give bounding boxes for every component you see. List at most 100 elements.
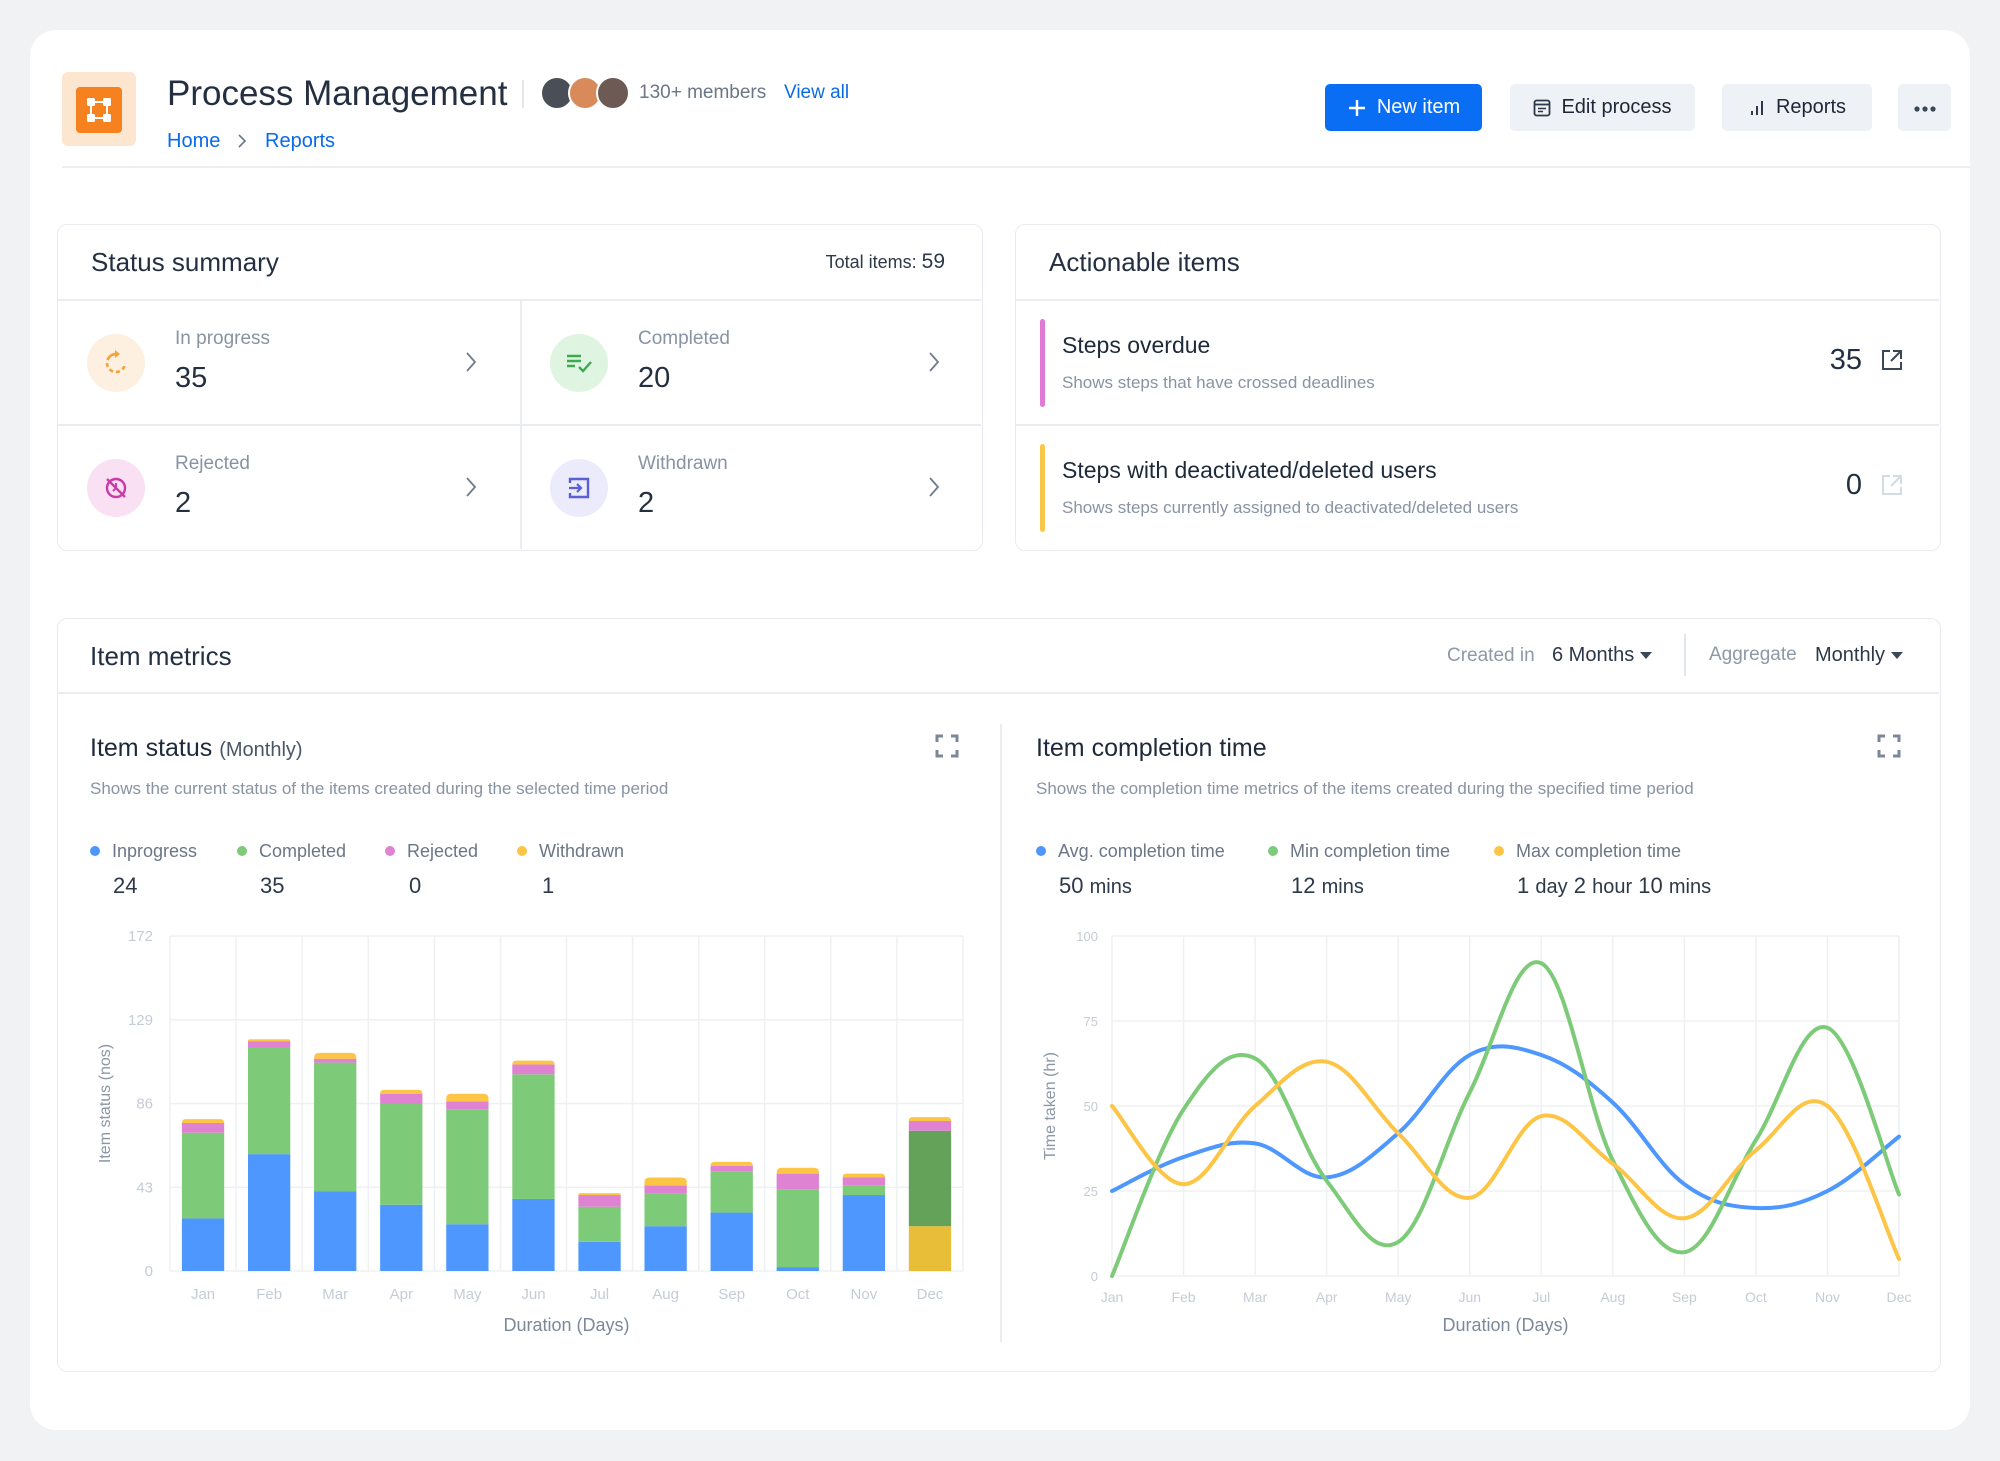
title-divider <box>522 80 524 108</box>
status-withdrawn[interactable]: Withdrawn 2 <box>521 425 983 550</box>
external-link-icon[interactable] <box>1880 348 1904 377</box>
completion-time-title: Item completion time <box>1036 734 1267 762</box>
caret-down-icon <box>1891 652 1904 660</box>
reports-button[interactable]: Reports <box>1722 84 1872 131</box>
item-metrics-card: Item metrics Created in 6 Months Aggrega… <box>57 618 1941 1372</box>
value-unit: mins <box>1668 876 1712 898</box>
item-status-title: Item status (Monthly) <box>90 734 303 763</box>
legend-completed[interactable]: Completed <box>237 841 346 862</box>
total-items-value: 59 <box>921 250 945 273</box>
status-value: 20 <box>638 362 671 394</box>
legend-value-avg: 50 mins <box>1059 873 1132 899</box>
legend-dot <box>237 846 247 856</box>
created-in-label: Created in <box>1447 645 1535 666</box>
value-unit: mins <box>1321 876 1364 898</box>
actionable-title: Steps overdue <box>1062 332 1211 358</box>
legend-value: 0 <box>409 873 422 898</box>
legend-value: 24 <box>113 873 138 898</box>
total-items: Total items: 59 <box>826 250 945 274</box>
legend-inprogress[interactable]: Inprogress <box>90 841 197 862</box>
item-status-subtitle: Shows the current status of the items cr… <box>90 779 669 798</box>
new-item-button[interactable]: New item <box>1325 84 1482 131</box>
legend-value-min: 12 mins <box>1291 873 1364 899</box>
status-summary-card: Status summary Total items: 59 In progre… <box>57 224 983 551</box>
actionable-count: 35 <box>1829 344 1862 376</box>
accent-bar <box>1040 444 1045 532</box>
actionable-items-card: Actionable items Steps overdue Shows ste… <box>1015 224 1941 551</box>
legend-dot <box>90 846 100 856</box>
chevron-right-icon <box>236 131 248 156</box>
status-label: Completed <box>638 328 730 349</box>
total-items-label: Total items: <box>825 252 917 272</box>
bar-chart-icon <box>1748 99 1766 117</box>
expand-icon[interactable] <box>1877 734 1901 758</box>
refresh-icon <box>87 334 145 392</box>
value-number: 50 <box>1059 873 1084 898</box>
filter-divider <box>1684 634 1686 676</box>
legend-value-max: 1 day 2 hour 10 mins <box>1517 873 1711 899</box>
legend-value: 35 <box>260 873 285 898</box>
actionable-count: 0 <box>1845 469 1862 501</box>
actionable-description: Shows steps currently assigned to deacti… <box>1062 498 1519 517</box>
status-rejected[interactable]: Rejected 2 <box>58 425 520 550</box>
value-number: 12 <box>1291 873 1316 898</box>
members-count: 130+ members <box>639 82 767 103</box>
aggregate-dropdown[interactable]: Monthly <box>1815 644 1904 667</box>
legend-dot <box>1268 846 1278 856</box>
breadcrumb-reports[interactable]: Reports <box>265 130 335 153</box>
legend-value: 1 <box>542 873 555 898</box>
actionable-deactivated-users[interactable]: Steps with deactivated/deleted users Sho… <box>1016 425 1940 550</box>
new-item-label: New item <box>1376 96 1461 118</box>
actionable-items-title: Actionable items <box>1049 247 1240 277</box>
status-value: 35 <box>175 362 208 394</box>
external-link-icon[interactable] <box>1880 473 1904 502</box>
legend-label: Rejected <box>407 841 479 861</box>
legend-max[interactable]: Max completion time <box>1494 841 1681 862</box>
plus-icon <box>1347 98 1367 118</box>
value-unit: day <box>1535 876 1568 898</box>
legend-label: Max completion time <box>1516 841 1682 861</box>
view-all-link[interactable]: View all <box>784 82 849 104</box>
list-check-icon <box>550 334 608 392</box>
accent-bar <box>1040 319 1045 407</box>
edit-process-label: Edit process <box>1561 96 1672 118</box>
expand-icon[interactable] <box>935 734 959 758</box>
edit-process-button[interactable]: Edit process <box>1510 84 1695 131</box>
item-metrics-title: Item metrics <box>90 641 232 671</box>
withdraw-icon <box>550 459 608 517</box>
value-number: 10 <box>1638 873 1663 898</box>
legend-withdrawn[interactable]: Withdrawn <box>517 841 624 862</box>
page-title: Process Management <box>167 74 508 113</box>
avatar[interactable] <box>596 76 630 110</box>
chevron-right-icon <box>464 475 478 504</box>
created-in-dropdown[interactable]: 6 Months <box>1552 644 1653 667</box>
status-summary-title: Status summary <box>91 247 279 277</box>
status-value: 2 <box>175 487 192 519</box>
legend-rejected[interactable]: Rejected <box>385 841 478 862</box>
member-avatars[interactable] <box>540 76 630 110</box>
status-in-progress[interactable]: In progress 35 <box>58 300 520 425</box>
value-number: 2 <box>1573 873 1586 898</box>
legend-label: Avg. completion time <box>1058 841 1225 861</box>
actionable-steps-overdue[interactable]: Steps overdue Shows steps that have cros… <box>1016 300 1940 425</box>
legend-dot <box>1494 846 1504 856</box>
legend-label: Completed <box>259 841 347 861</box>
legend-avg[interactable]: Avg. completion time <box>1036 841 1225 862</box>
status-completed[interactable]: Completed 20 <box>521 300 983 425</box>
rejected-circle-icon <box>87 459 145 517</box>
chevron-right-icon <box>927 350 941 379</box>
value-unit: hour <box>1592 876 1633 898</box>
status-label: In progress <box>175 328 271 349</box>
more-options-button[interactable] <box>1898 84 1951 131</box>
aggregate-value: Monthly <box>1815 644 1886 666</box>
ellipsis-icon <box>1913 96 1937 119</box>
chevron-right-icon <box>464 350 478 379</box>
status-label: Withdrawn <box>638 453 728 474</box>
breadcrumb-home[interactable]: Home <box>167 130 220 153</box>
chart-divider <box>1000 724 1002 1342</box>
item-status-title-text: Item status <box>90 734 213 762</box>
value-number: 1 <box>1517 873 1530 898</box>
divider <box>58 692 1939 694</box>
legend-min[interactable]: Min completion time <box>1268 841 1450 862</box>
caret-down-icon <box>1640 652 1653 660</box>
